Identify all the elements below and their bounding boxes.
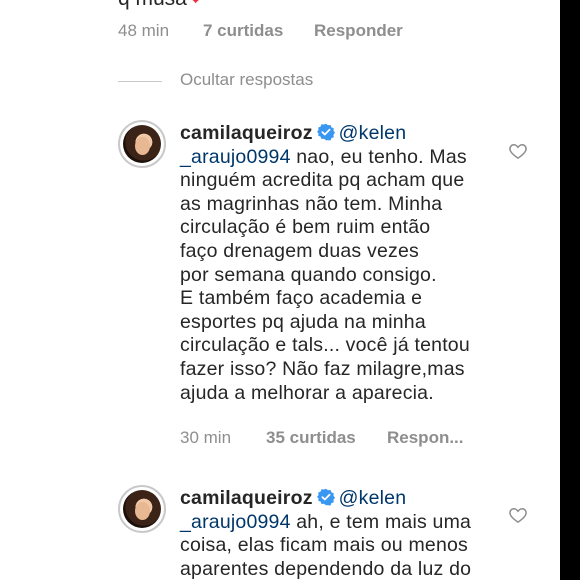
hide-replies-divider: [118, 81, 162, 82]
comments-panel: q músa❤ 48 min 7 curtidas Responder Ocul…: [0, 0, 560, 580]
reply-comment-2: camilaqueiroz @kelen _araujo0994 ah, e te…: [180, 487, 500, 580]
reply-1-text-first: nao, eu tenho. Mas: [290, 145, 467, 168]
like-heart-icon[interactable]: [508, 141, 528, 161]
reply-1-text-rest: ninguém acredita pq acham que as magrinh…: [180, 169, 470, 404]
avatar[interactable]: [118, 485, 166, 533]
reply-1-time: 30 min: [180, 428, 232, 447]
reply-1-reply-button[interactable]: Respon...: [387, 428, 464, 448]
avatar-image: [123, 125, 161, 163]
reply-2-text-first: ah, e tem mais uma: [290, 510, 472, 533]
reply-1-username[interactable]: camilaqueiroz: [180, 122, 313, 144]
reply-2-mention-cont[interactable]: _araujo0994: [180, 511, 291, 533]
reply-2-text-rest: coisa, elas ficam mais ou menos aparente…: [180, 534, 472, 580]
like-heart-icon[interactable]: [508, 505, 528, 525]
verified-badge-icon: [316, 123, 335, 141]
reply-comment-1: camilaqueiroz @kelen _araujo0994 nao, eu …: [180, 122, 500, 405]
avatar[interactable]: [118, 120, 166, 168]
top-comment-likes[interactable]: 7 curtidas: [203, 21, 283, 41]
verified-badge-icon: [316, 488, 335, 506]
hide-replies-label[interactable]: Ocultar respostas: [180, 70, 313, 90]
reply-1-mention[interactable]: @kelen: [339, 122, 407, 144]
top-comment-text: q músa❤: [118, 0, 204, 11]
avatar-image: [123, 490, 161, 528]
reply-1-mention-cont[interactable]: _araujo0994: [180, 146, 291, 168]
reply-1-likes[interactable]: 35 curtidas: [266, 428, 356, 448]
right-edge-border: [560, 0, 580, 580]
reply-2-mention[interactable]: @kelen: [339, 487, 407, 509]
top-comment-time: 48 min: [118, 21, 170, 40]
reply-2-username[interactable]: camilaqueiroz: [180, 487, 313, 509]
top-comment-body: q músa: [118, 0, 187, 10]
top-comment-reply-button[interactable]: Responder: [314, 21, 403, 41]
red-heart-emoji-icon: ❤: [187, 0, 205, 10]
